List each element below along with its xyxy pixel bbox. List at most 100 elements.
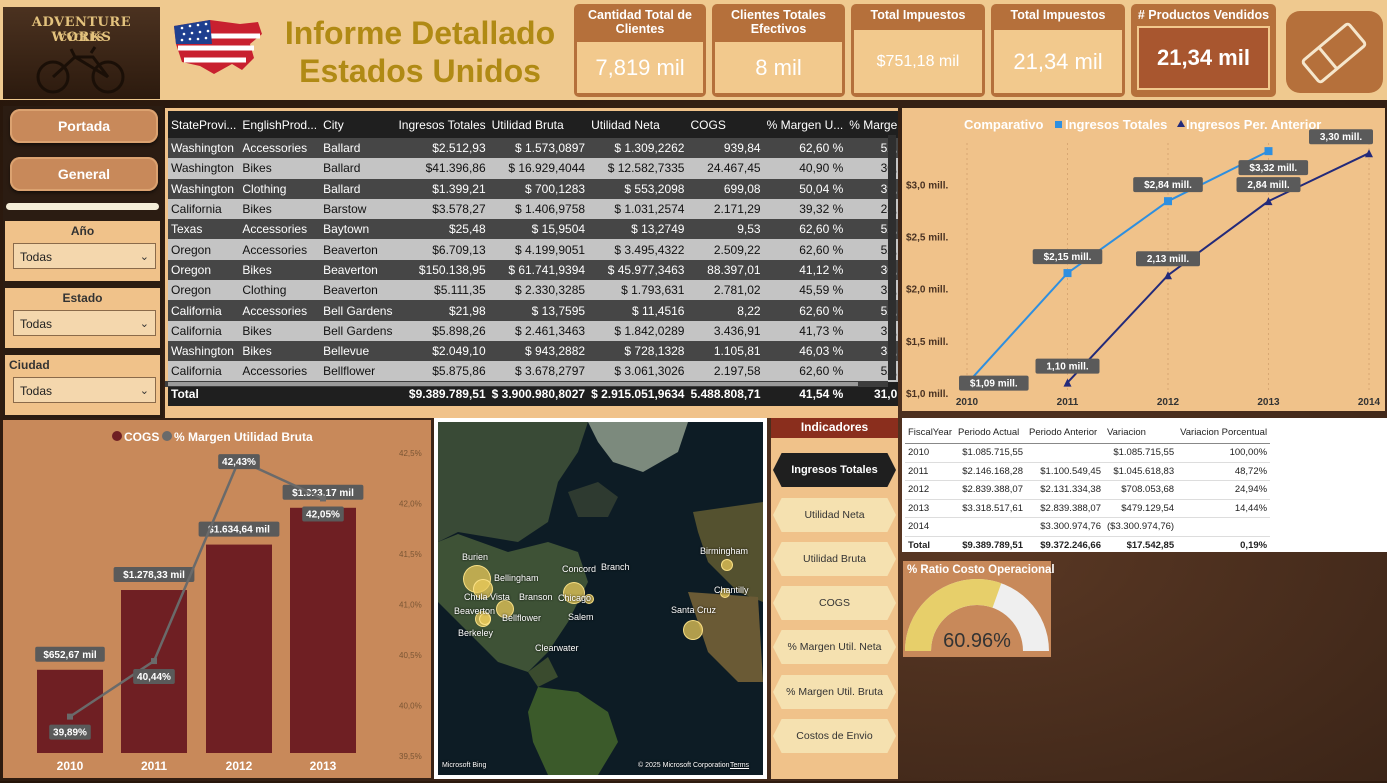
eraser-icon bbox=[1301, 22, 1367, 84]
bar[interactable] bbox=[206, 544, 272, 753]
ingresos-totales-button[interactable]: Ingresos Totales bbox=[773, 453, 896, 487]
table-cell: Washington bbox=[168, 340, 240, 362]
costos-envio-button[interactable]: Costos de Envio bbox=[773, 719, 896, 753]
map-bubble[interactable] bbox=[683, 620, 703, 640]
data-point[interactable] bbox=[320, 495, 326, 502]
table-row[interactable]: 2012 $2.839.388,07 $2.131.334,38 $708.053,6… bbox=[905, 480, 1271, 500]
bar-chart-panel: COGS % Margen Utilidad Bruta 39,5% 40,0% 40,… bbox=[3, 420, 431, 778]
table-cell: $1.045.618,83 bbox=[1104, 462, 1178, 481]
column-header[interactable]: StateProvi... bbox=[168, 111, 240, 138]
table-row[interactable]: 2011 $2.146.168,28 $1.100.549,45 $1.045.618… bbox=[905, 462, 1271, 481]
column-header[interactable]: % Margen U... bbox=[763, 111, 847, 138]
table-row[interactable]: California Accessories Bell Gardens $21,98 $… bbox=[168, 300, 898, 321]
dropdown-value: Todas bbox=[20, 317, 53, 331]
column-header[interactable]: Utilidad Neta bbox=[588, 111, 688, 138]
table-cell: 100,00% bbox=[1177, 443, 1271, 463]
y-tick-label: $1,5 mill. bbox=[906, 337, 948, 348]
table-row[interactable]: Washington Bikes Ballard $41.396,86 $ 16.929… bbox=[168, 158, 898, 179]
column-header[interactable]: Periodo Anterior bbox=[1026, 421, 1105, 444]
bar[interactable] bbox=[290, 507, 356, 753]
table-cell: $2.146.168,28 bbox=[955, 462, 1027, 481]
table-cell: 46,03 % bbox=[763, 340, 847, 362]
anio-dropdown[interactable]: Todas ⌄ bbox=[13, 243, 156, 269]
utilidad-bruta-button[interactable]: Utilidad Bruta bbox=[773, 542, 896, 576]
table-row[interactable]: California Bikes Barstow $3.578,27 $ 1.406,9… bbox=[168, 198, 898, 220]
data-label: $1.278,33 mil bbox=[123, 570, 185, 581]
slicer-label: Ciudad bbox=[9, 358, 50, 372]
utilidad-neta-button[interactable]: Utilidad Neta bbox=[773, 498, 896, 532]
column-header[interactable]: FiscalYear bbox=[905, 421, 956, 444]
data-point[interactable] bbox=[1063, 269, 1072, 278]
table-total-cell: $9.372.246,66 bbox=[1026, 535, 1105, 554]
table-row[interactable]: California Bikes Bell Gardens $5.898,26 $ 2.… bbox=[168, 320, 898, 341]
column-header[interactable]: Variacion bbox=[1104, 421, 1178, 444]
table-cell: $ 700,1283 bbox=[488, 178, 589, 199]
horizontal-scrollbar[interactable] bbox=[165, 381, 888, 387]
x-tick-label: 2012 bbox=[1157, 397, 1180, 408]
margen-util-bruta-button[interactable]: % Margen Util. Bruta bbox=[773, 675, 896, 709]
data-point[interactable] bbox=[1365, 149, 1373, 158]
portada-button[interactable]: Portada bbox=[10, 109, 158, 143]
column-header[interactable]: Ingresos Totales bbox=[395, 111, 489, 138]
column-header[interactable]: % Marge bbox=[846, 111, 898, 138]
table-row[interactable]: Washington Bikes Bellevue $2.049,10 $ 943,28… bbox=[168, 340, 898, 362]
series-line bbox=[966, 150, 1269, 385]
terms-link[interactable]: Terms bbox=[730, 762, 749, 769]
table-cell: 50,04 % bbox=[763, 178, 847, 199]
usa-map-flag-icon bbox=[174, 20, 262, 74]
ciudad-dropdown[interactable]: Todas ⌄ bbox=[13, 377, 156, 403]
table-cell: 3.436,91 bbox=[687, 320, 764, 341]
table-row[interactable]: 2014 $3.300.974,76 ($3.300.974,76) bbox=[905, 517, 1271, 537]
table-cell: Oregon bbox=[168, 259, 240, 281]
column-header[interactable]: City bbox=[320, 111, 396, 138]
column-header[interactable]: Periodo Actual bbox=[955, 421, 1027, 444]
cogs-button[interactable]: COGS bbox=[773, 586, 896, 620]
bar[interactable] bbox=[37, 669, 103, 753]
data-point[interactable] bbox=[1164, 197, 1172, 206]
table-cell: 24.467,45 bbox=[687, 158, 764, 179]
table-row[interactable]: 2010 $1.085.715,55 $1.085.715,55 100,00% bbox=[905, 443, 1271, 463]
column-header[interactable]: Variacion Porcentual bbox=[1177, 421, 1271, 444]
table-cell: $ 728,1328 bbox=[588, 340, 688, 362]
map-canvas[interactable]: Burien Bellingham Concord Branch Birmingham C… bbox=[438, 422, 763, 775]
map-city-label: Salem bbox=[568, 612, 594, 622]
table-row[interactable]: Oregon Accessories Beaverton $6.709,13 $ 4.1… bbox=[168, 239, 898, 260]
table-cell: $5.898,26 bbox=[395, 320, 489, 341]
x-tick-label: 2012 bbox=[226, 759, 253, 773]
clear-filters-button[interactable] bbox=[1286, 11, 1383, 93]
vertical-scrollbar[interactable] bbox=[888, 135, 896, 380]
data-point[interactable] bbox=[1264, 147, 1273, 156]
data-label: $2,15 mill. bbox=[1044, 252, 1092, 263]
table-row[interactable]: Oregon Clothing Beaverton $5.111,35 $ 2.330,… bbox=[168, 280, 898, 301]
table-cell: $150.138,95 bbox=[395, 259, 489, 281]
data-point[interactable] bbox=[151, 658, 157, 665]
table-cell: Accessories bbox=[239, 300, 321, 321]
column-header[interactable]: COGS bbox=[687, 111, 764, 138]
table-row[interactable]: Washington Accessories Ballard $2.512,93 $ 1… bbox=[168, 138, 898, 159]
table-cell: 2011 bbox=[905, 462, 956, 481]
data-label: 40,44% bbox=[137, 672, 171, 683]
table-row[interactable]: Texas Accessories Baytown $25,48 $ 15,9504 $ … bbox=[168, 219, 898, 240]
data-point[interactable] bbox=[67, 713, 73, 720]
indicators-title: Indicadores bbox=[771, 418, 898, 438]
gauge-value: 60.96% bbox=[943, 630, 1011, 652]
margen-util-neta-button[interactable]: % Margen Util. Neta bbox=[773, 630, 896, 664]
general-button[interactable]: General bbox=[10, 157, 158, 191]
column-header[interactable]: Utilidad Bruta bbox=[488, 111, 589, 138]
table-row[interactable]: Oregon Bikes Beaverton $150.138,95 $ 61.741,… bbox=[168, 259, 898, 281]
comparativo-line-chart: $1,0 mill. $1,5 mill. $2,0 mill. $2,5 mill.… bbox=[906, 117, 1381, 408]
table-row[interactable]: Washington Clothing Ballard $1.399,21 $ 700,… bbox=[168, 178, 898, 199]
table-cell: $2.131.334,38 bbox=[1026, 480, 1105, 500]
column-header[interactable]: EnglishProd... bbox=[239, 111, 321, 138]
estado-dropdown[interactable]: Todas ⌄ bbox=[13, 310, 156, 336]
table-cell: Baytown bbox=[320, 219, 396, 240]
table-cell: $ 1.573,0897 bbox=[488, 138, 589, 159]
map-bubble[interactable] bbox=[721, 559, 733, 571]
table-cell: 699,08 bbox=[687, 178, 764, 199]
table-row[interactable]: 2013 $3.318.517,61 $2.839.388,07 $479.129,5… bbox=[905, 499, 1271, 518]
table-cell: $ 2.330,3285 bbox=[488, 280, 589, 301]
kpi-value: 7,819 mil bbox=[577, 42, 703, 93]
scrollbar-thumb[interactable] bbox=[168, 382, 858, 386]
data-point[interactable] bbox=[1264, 197, 1273, 206]
table-row[interactable]: California Accessories Bellflower $5.875,86… bbox=[168, 361, 898, 382]
